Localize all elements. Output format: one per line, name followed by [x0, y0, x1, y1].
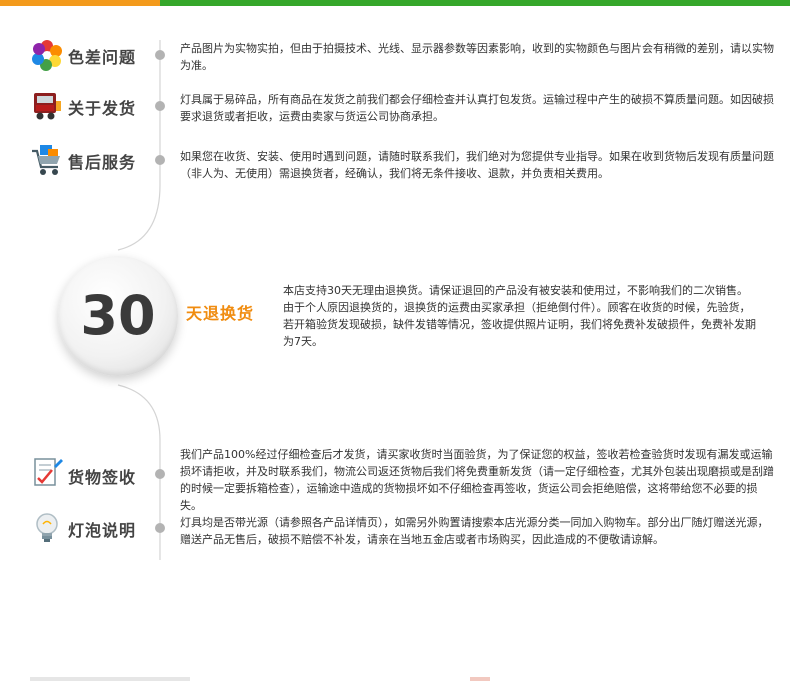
section-title: 灯泡说明 [68, 521, 137, 540]
light-bulb-icon [30, 511, 64, 545]
section-description: 产品图片为实物实拍，但由于拍摄技术、光线、显示器参数等因素影响，收到的实物颜色与… [180, 42, 774, 72]
bottom-decoration [0, 668, 790, 681]
top-bar-orange-segment [0, 0, 160, 6]
return-policy-title: 天退换货 [186, 304, 255, 323]
top-bar-green-segment [160, 0, 790, 6]
timeline-dot [155, 101, 165, 111]
shopping-cart-icon [30, 143, 64, 177]
section-description: 灯具属于易碎品，所有商品在发货之前我们都会仔细检查并认真打包发货。运输过程中产生… [180, 93, 774, 123]
return-policy-description: 本店支持30天无理由退换货。请保证退回的产品没有被安装和使用过，不影响我们的二次… [283, 284, 756, 348]
section-description: 我们产品100%经过仔细检查后才发货，请买家收货时当面验货，为了保证您的权益，签… [180, 448, 774, 512]
sign-document-icon [30, 456, 64, 490]
timeline-dot [155, 469, 165, 479]
timeline-dot [155, 523, 165, 533]
return-days-number: 30 [80, 284, 156, 347]
timeline-dot [155, 50, 165, 60]
delivery-truck-icon [30, 89, 64, 123]
section-description: 如果您在收货、安装、使用时遇到问题，请随时联系我们，我们绝对为您提供专业指导。如… [180, 150, 774, 180]
section-title: 色差问题 [68, 48, 137, 67]
section-description: 灯具均是否带光源（请参照各产品详情页），如需另外购置请搜索本店光源分类一同加入购… [180, 516, 769, 546]
section-title: 售后服务 [68, 153, 137, 172]
top-color-bar [0, 0, 790, 6]
color-palette-icon [30, 38, 64, 72]
section-title: 关于发货 [68, 99, 137, 118]
section-title: 货物签收 [68, 468, 137, 487]
timeline-dot [155, 155, 165, 165]
